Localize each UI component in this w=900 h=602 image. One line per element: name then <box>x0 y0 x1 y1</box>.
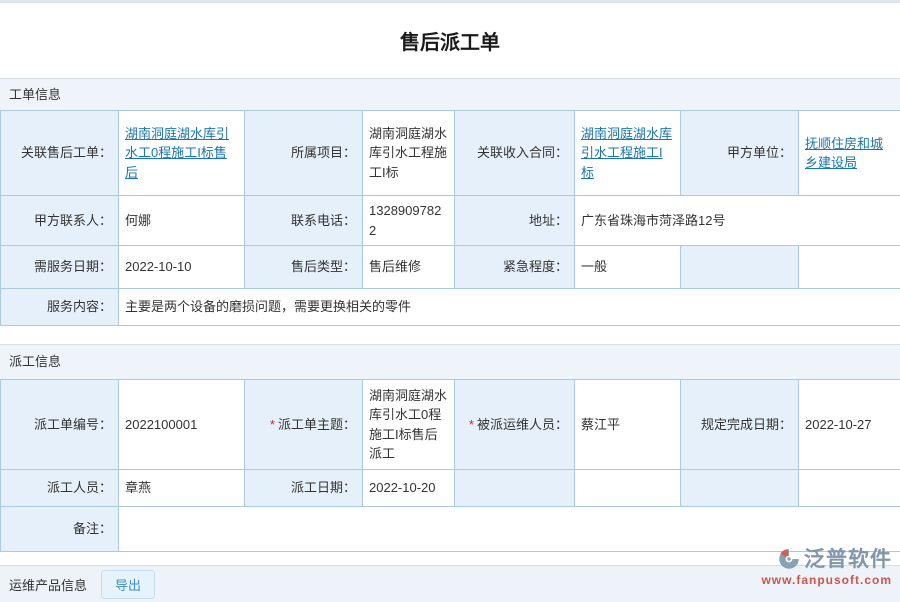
subject-value: 湖南洞庭湖水库引水工0程施工I标售后派工 <box>363 380 455 470</box>
table-row: 关联售后工单： 湖南洞庭湖水库引水工0程施工I标售后 所属项目： 湖南洞庭湖水库… <box>1 111 900 196</box>
dispatch-no-label: 派工单编号： <box>1 380 119 470</box>
income-contract-link[interactable]: 湖南洞庭湖水库引水工程施工I标 <box>581 126 672 180</box>
required-asterisk: * <box>270 417 275 432</box>
table-row: 甲方联系人： 何娜 联系电话： 13289097822 地址： 广东省珠海市菏泽… <box>1 196 900 246</box>
staff-value: 蔡江平 <box>575 380 681 470</box>
table-row: 派工单编号： 2022100001 *派工单主题： 湖南洞庭湖水库引水工0程施工… <box>1 380 900 470</box>
project-label: 所属项目： <box>245 111 363 196</box>
urgency-value: 一般 <box>575 246 681 289</box>
vendor-logo: 泛普软件 www.fanpusoft.com <box>761 547 892 586</box>
party-a-label: 甲方单位： <box>681 111 799 196</box>
address-label: 地址： <box>455 196 575 246</box>
project-value: 湖南洞庭湖水库引水工程施工I标 <box>363 111 455 196</box>
party-a-value: 抚顺住房和城乡建设局 <box>799 111 900 196</box>
table-row: 服务内容： 主要是两个设备的磨损问题，需要更换相关的零件 <box>1 289 900 326</box>
service-date-value: 2022-10-10 <box>119 246 245 289</box>
staff-label: *被派运维人员： <box>455 380 575 470</box>
party-a-link[interactable]: 抚顺住房和城乡建设局 <box>805 136 883 171</box>
brand-name: 泛普软件 <box>804 549 892 570</box>
dispatch-no-value: 2022100001 <box>119 380 245 470</box>
empty-label-cell <box>455 470 575 507</box>
dispatcher-label: 派工人员： <box>1 470 119 507</box>
subject-label-text: 派工单主题： <box>278 417 356 432</box>
related-order-link[interactable]: 湖南洞庭湖水库引水工0程施工I标售后 <box>125 126 229 180</box>
related-order-label: 关联售后工单： <box>1 111 119 196</box>
phone-label: 联系电话： <box>245 196 363 246</box>
empty-value-cell <box>575 470 681 507</box>
empty-value-cell <box>799 246 900 289</box>
type-label: 售后类型： <box>245 246 363 289</box>
required-asterisk: * <box>469 417 474 432</box>
remark-label: 备注： <box>1 507 119 552</box>
income-contract-value: 湖南洞庭湖水库引水工程施工I标 <box>575 111 681 196</box>
staff-label-text: 被派运维人员： <box>477 417 568 432</box>
type-value: 售后维修 <box>363 246 455 289</box>
address-value: 广东省珠海市菏泽路12号 <box>575 196 900 246</box>
related-order-value: 湖南洞庭湖水库引水工0程施工I标售后 <box>119 111 245 196</box>
phone-value: 13289097822 <box>363 196 455 246</box>
subject-label: *派工单主题： <box>245 380 363 470</box>
section-header-work-order: 工单信息 <box>0 78 900 110</box>
dispatch-date-label: 派工日期： <box>245 470 363 507</box>
fanpu-logo-icon <box>777 547 801 571</box>
table-row: 需服务日期： 2022-10-10 售后类型： 售后维修 紧急程度： 一般 <box>1 246 900 289</box>
content-value: 主要是两个设备的磨损问题，需要更换相关的零件 <box>119 289 900 326</box>
income-contract-label: 关联收入合同： <box>455 111 575 196</box>
section-header-dispatch: 派工信息 <box>0 344 900 379</box>
urgency-label: 紧急程度： <box>455 246 575 289</box>
empty-label-cell <box>681 246 799 289</box>
deadline-value: 2022-10-27 <box>799 380 900 470</box>
export-button[interactable]: 导出 <box>101 570 155 599</box>
service-date-label: 需服务日期： <box>1 246 119 289</box>
content-label: 服务内容： <box>1 289 119 326</box>
contact-label: 甲方联系人： <box>1 196 119 246</box>
table-row: 备注： <box>1 507 900 552</box>
title-bar: 售后派工单 <box>0 3 900 78</box>
spacer <box>0 326 900 344</box>
brand-website: www.fanpusoft.com <box>761 574 892 586</box>
work-order-table: 关联售后工单： 湖南洞庭湖水库引水工0程施工I标售后 所属项目： 湖南洞庭湖水库… <box>0 110 900 326</box>
products-section-title: 运维产品信息 <box>9 575 87 594</box>
dispatch-table: 派工单编号： 2022100001 *派工单主题： 湖南洞庭湖水库引水工0程施工… <box>0 379 900 552</box>
dispatch-date-value: 2022-10-20 <box>363 470 455 507</box>
deadline-label: 规定完成日期： <box>681 380 799 470</box>
remark-value <box>119 507 900 552</box>
empty-label-cell <box>681 470 799 507</box>
page-title: 售后派工单 <box>400 26 500 55</box>
empty-value-cell <box>799 470 900 507</box>
dispatcher-value: 章燕 <box>119 470 245 507</box>
table-row: 派工人员： 章燕 派工日期： 2022-10-20 <box>1 470 900 507</box>
contact-value: 何娜 <box>119 196 245 246</box>
